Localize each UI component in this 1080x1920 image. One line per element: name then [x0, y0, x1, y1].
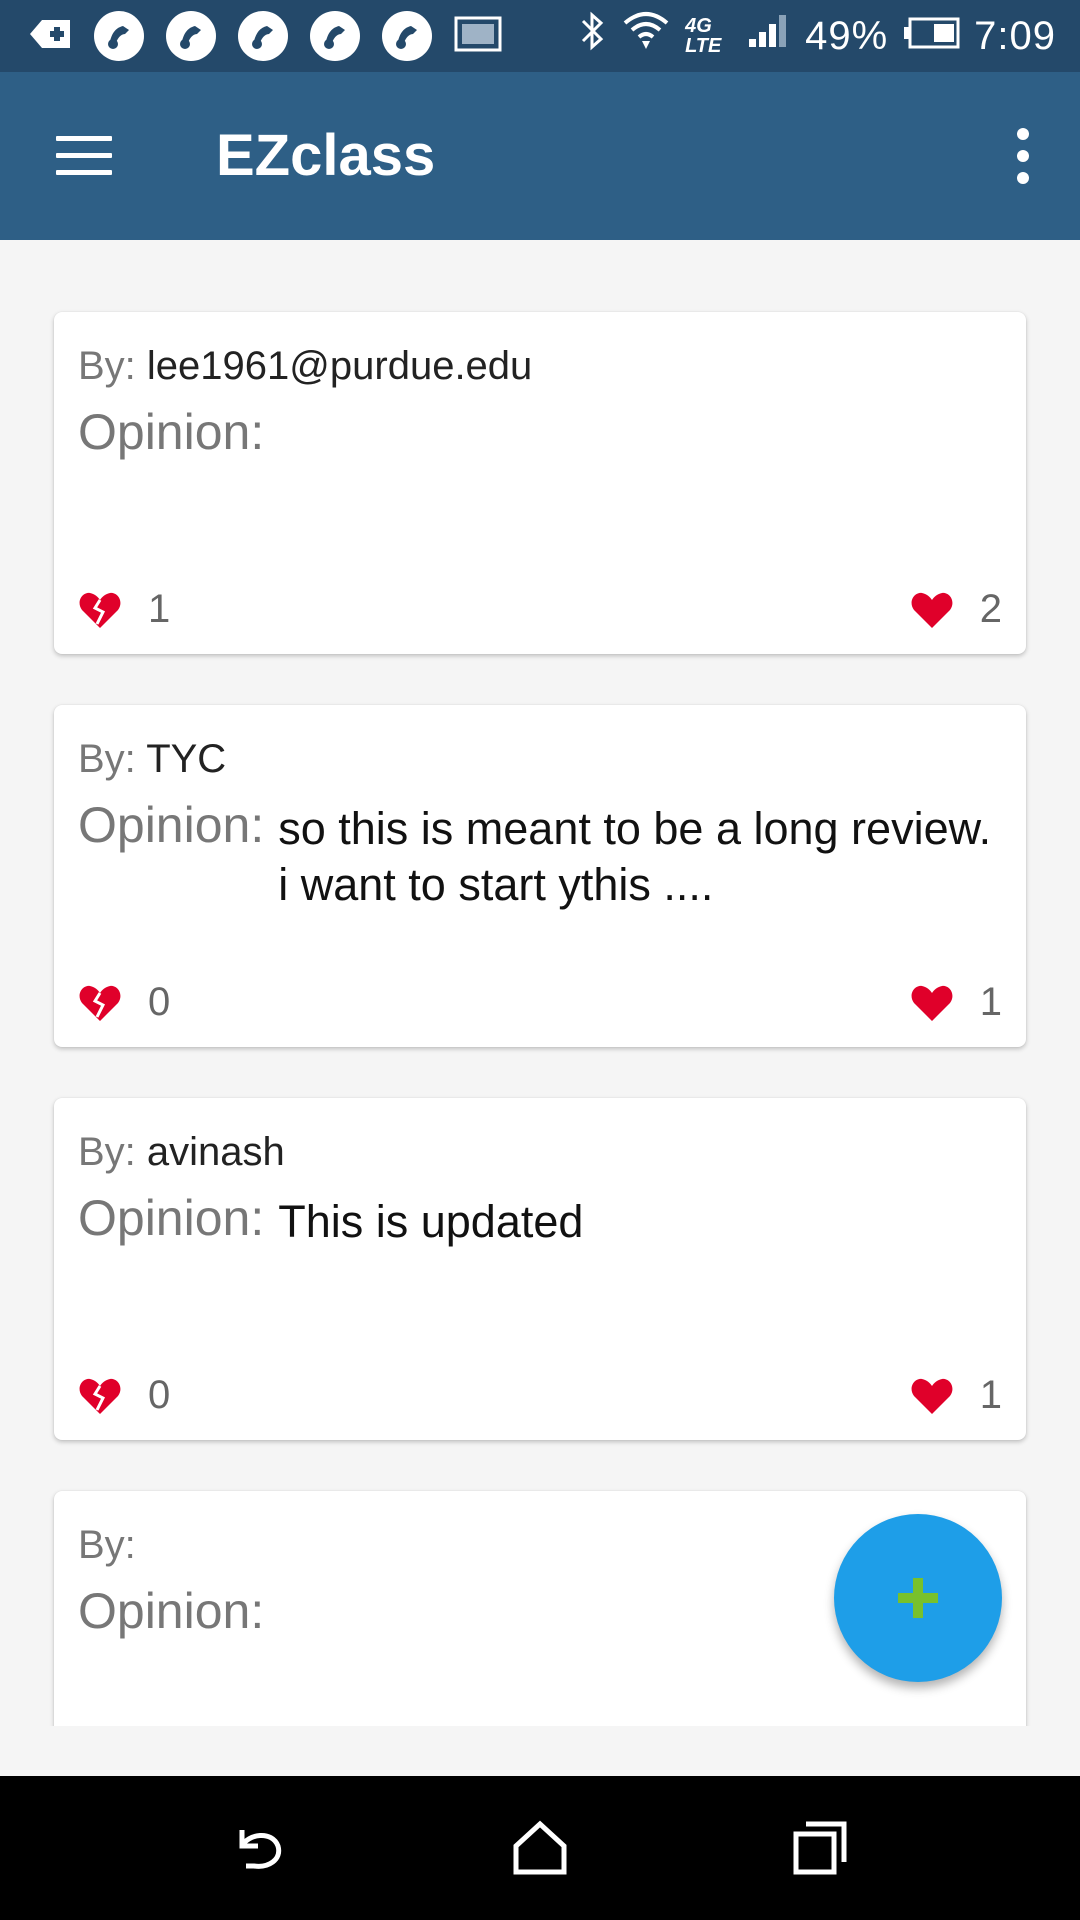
add-box-icon	[28, 14, 72, 59]
author-value: TYC	[146, 737, 227, 781]
review-card[interactable]: By: avinash Opinion: This is updated 0 1	[54, 1098, 1026, 1440]
author-row: By: TYC	[78, 735, 1002, 783]
opinion-row: Opinion: This is updated	[78, 1190, 1002, 1250]
like-count: 2	[979, 587, 1002, 631]
battery-percent: 49%	[805, 13, 889, 58]
dislike-count: 0	[148, 1373, 171, 1417]
wifi-icon	[621, 9, 671, 63]
dislike-button[interactable]: 0	[78, 980, 170, 1025]
dislike-count: 1	[148, 587, 171, 631]
app-title: EZclass	[216, 123, 436, 188]
image-icon	[454, 16, 502, 57]
like-button[interactable]: 1	[910, 1373, 1002, 1418]
by-label: By:	[78, 344, 136, 388]
home-icon[interactable]	[508, 1816, 572, 1880]
author-row: By: avinash	[78, 1128, 1002, 1176]
review-card[interactable]: By: TYC Opinion: so this is meant to be …	[54, 705, 1026, 1047]
recents-icon[interactable]	[788, 1816, 852, 1880]
app-bubble-icon	[310, 11, 360, 61]
signal-icon	[747, 13, 791, 59]
system-status: 4G LTE 49% 7:09	[577, 9, 1056, 63]
status-bar: 4G LTE 49% 7:09	[0, 0, 1080, 72]
opinion-label: Opinion:	[78, 1190, 265, 1246]
app-bubble-icon	[94, 11, 144, 61]
navigation-bar	[0, 1776, 1080, 1920]
by-label: By:	[78, 1523, 136, 1567]
more-vert-icon[interactable]	[1008, 128, 1038, 184]
review-card[interactable]: By: lee1961@purdue.edu Opinion: 1 2	[54, 312, 1026, 654]
opinion-row: Opinion: so this is meant to be a long r…	[78, 797, 1002, 913]
app-bubble-icon	[238, 11, 288, 61]
broken-heart-icon	[79, 985, 121, 1021]
heart-icon	[911, 592, 953, 628]
by-label: By:	[78, 1130, 136, 1174]
broken-heart-icon	[79, 592, 121, 628]
opinion-value: This is updated	[278, 1196, 584, 1247]
opinion-row: Opinion:	[78, 404, 1002, 460]
opinion-label: Opinion:	[78, 797, 265, 853]
network-type: 4G LTE	[685, 15, 722, 57]
like-button[interactable]: 1	[910, 980, 1002, 1025]
app-bubble-icon	[382, 11, 432, 61]
dislike-button[interactable]: 1	[78, 587, 170, 632]
clock: 7:09	[974, 13, 1056, 58]
author-row: By: lee1961@purdue.edu	[78, 342, 1002, 390]
app-bar: EZclass	[0, 72, 1080, 240]
back-icon[interactable]	[228, 1816, 292, 1880]
broken-heart-icon	[79, 1378, 121, 1414]
battery-icon	[902, 14, 960, 59]
bluetooth-icon	[577, 9, 607, 63]
hamburger-menu-icon[interactable]	[56, 136, 112, 176]
opinion-value: so this is meant to be a long review. i …	[278, 803, 992, 910]
dislike-count: 0	[148, 980, 171, 1024]
app-bubble-icon	[166, 11, 216, 61]
review-list[interactable]: By: lee1961@purdue.edu Opinion: 1 2 By: …	[0, 240, 1080, 1726]
heart-icon	[911, 985, 953, 1021]
notification-icons	[28, 11, 502, 61]
like-count: 1	[979, 1373, 1002, 1417]
by-label: By:	[78, 737, 136, 781]
dislike-button[interactable]: 0	[78, 1373, 170, 1418]
like-count: 1	[979, 980, 1002, 1024]
like-button[interactable]: 2	[910, 587, 1002, 632]
author-value: lee1961@purdue.edu	[146, 344, 533, 388]
opinion-label: Opinion:	[78, 1583, 265, 1639]
add-review-button[interactable]	[834, 1514, 1002, 1682]
heart-icon	[911, 1378, 953, 1414]
opinion-label: Opinion:	[78, 404, 265, 460]
author-value: avinash	[146, 1130, 285, 1174]
